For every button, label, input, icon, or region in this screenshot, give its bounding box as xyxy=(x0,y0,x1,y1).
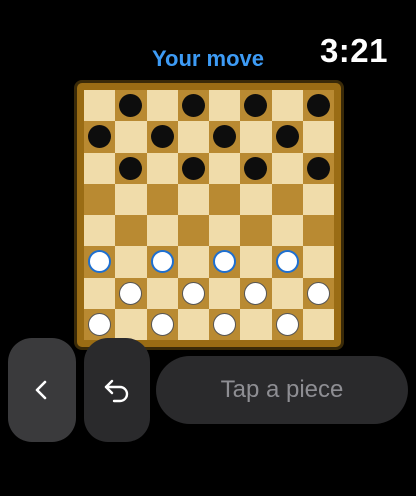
black-piece xyxy=(119,94,143,117)
white-piece[interactable] xyxy=(181,281,205,305)
black-piece xyxy=(244,94,268,117)
board-square[interactable] xyxy=(302,215,334,247)
chevron-left-icon xyxy=(35,380,47,400)
board-square[interactable] xyxy=(146,183,178,215)
black-piece xyxy=(181,156,205,180)
checkers-board xyxy=(74,80,344,350)
board-square[interactable] xyxy=(209,308,241,340)
board-square xyxy=(84,277,116,309)
board-square xyxy=(84,90,116,122)
board-square xyxy=(146,90,178,122)
board-square[interactable] xyxy=(209,121,241,153)
board-square xyxy=(302,246,334,278)
board-square[interactable] xyxy=(240,277,272,309)
movable-white-piece[interactable] xyxy=(88,250,111,274)
board-square xyxy=(271,215,303,247)
board-square[interactable] xyxy=(240,90,272,122)
board-square[interactable] xyxy=(115,277,147,309)
board-square xyxy=(302,308,334,340)
board-square xyxy=(115,308,147,340)
black-piece xyxy=(119,156,143,180)
board-square[interactable] xyxy=(271,121,303,153)
white-piece[interactable] xyxy=(88,312,111,336)
white-piece[interactable] xyxy=(119,281,143,305)
board-square xyxy=(209,215,241,247)
board-square[interactable] xyxy=(209,183,241,215)
black-piece xyxy=(88,125,111,149)
white-piece[interactable] xyxy=(213,312,236,336)
board-grid xyxy=(84,90,334,340)
black-piece xyxy=(181,94,205,117)
board-square xyxy=(209,152,241,184)
movable-white-piece[interactable] xyxy=(275,250,299,274)
black-piece xyxy=(306,94,330,117)
white-piece[interactable] xyxy=(244,281,268,305)
board-square xyxy=(209,277,241,309)
board-square[interactable] xyxy=(146,121,178,153)
movable-white-piece[interactable] xyxy=(150,250,174,274)
board-square xyxy=(177,183,209,215)
board-square xyxy=(240,183,272,215)
board-square[interactable] xyxy=(177,277,209,309)
board-square xyxy=(146,215,178,247)
black-piece xyxy=(275,125,299,149)
board-square xyxy=(271,90,303,122)
movable-white-piece[interactable] xyxy=(213,250,236,274)
black-piece xyxy=(150,125,174,149)
white-piece[interactable] xyxy=(150,312,174,336)
board-square[interactable] xyxy=(177,152,209,184)
board-square[interactable] xyxy=(271,183,303,215)
board-square[interactable] xyxy=(84,308,116,340)
board-square xyxy=(240,246,272,278)
black-piece xyxy=(306,156,330,180)
clock: 3:21 xyxy=(319,32,388,69)
board-square xyxy=(84,152,116,184)
board-square[interactable] xyxy=(302,90,334,122)
board-square xyxy=(271,152,303,184)
board-square xyxy=(115,183,147,215)
board-square[interactable] xyxy=(115,215,147,247)
black-piece xyxy=(244,156,268,180)
board-square xyxy=(177,308,209,340)
board-square[interactable] xyxy=(115,90,147,122)
board-square[interactable] xyxy=(84,183,116,215)
board-square xyxy=(115,246,147,278)
board-square[interactable] xyxy=(271,308,303,340)
board-square xyxy=(177,246,209,278)
undo-button[interactable] xyxy=(84,338,150,442)
board-square xyxy=(302,183,334,215)
board-square xyxy=(177,121,209,153)
board-square xyxy=(209,90,241,122)
undo-arrow-icon xyxy=(104,379,129,403)
board-square xyxy=(115,121,147,153)
board-square[interactable] xyxy=(177,90,209,122)
board-square xyxy=(271,277,303,309)
board-square[interactable] xyxy=(302,152,334,184)
board-square xyxy=(146,277,178,309)
board-square[interactable] xyxy=(84,246,116,278)
board-square[interactable] xyxy=(177,215,209,247)
back-button[interactable] xyxy=(8,338,76,442)
hint-label: Tap a piece xyxy=(220,376,344,403)
tap-a-piece-button[interactable]: Tap a piece xyxy=(156,356,408,424)
board-square[interactable] xyxy=(240,215,272,247)
board-square xyxy=(146,152,178,184)
board-square[interactable] xyxy=(240,152,272,184)
board-square xyxy=(240,308,272,340)
black-piece xyxy=(213,125,236,149)
board-square[interactable] xyxy=(146,246,178,278)
white-piece[interactable] xyxy=(306,281,330,305)
board-square[interactable] xyxy=(115,152,147,184)
white-piece[interactable] xyxy=(275,312,299,336)
board-square xyxy=(240,121,272,153)
board-square[interactable] xyxy=(302,277,334,309)
board-square[interactable] xyxy=(84,121,116,153)
board-square xyxy=(302,121,334,153)
board-square[interactable] xyxy=(271,246,303,278)
board-square[interactable] xyxy=(209,246,241,278)
board-square xyxy=(84,215,116,247)
board-square[interactable] xyxy=(146,308,178,340)
